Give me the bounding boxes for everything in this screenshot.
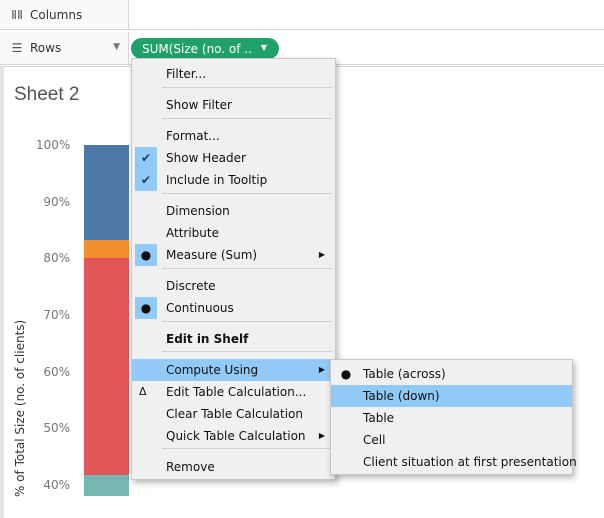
bar-segment[interactable] bbox=[84, 145, 129, 240]
submenu-item-label: Cell bbox=[363, 433, 386, 447]
y-tick-label: 100% bbox=[36, 138, 71, 152]
menu-separator bbox=[162, 351, 332, 352]
menu-item-label: Compute Using bbox=[166, 363, 259, 377]
menu-item-label: Measure (Sum) bbox=[166, 248, 258, 262]
menu-item-label: Filter... bbox=[166, 67, 207, 81]
menu-show-header[interactable]: ✔ Show Header bbox=[132, 147, 335, 169]
compute-using-submenu: ● Table (across) Table (down) Table Cell Clie… bbox=[330, 359, 577, 475]
submenu-item-label: Table (down) bbox=[363, 389, 440, 403]
menu-item-label: Continuous bbox=[166, 301, 234, 315]
menu-item-label: Show Header bbox=[166, 151, 246, 165]
checkmark-icon: ✔ bbox=[135, 169, 157, 191]
menu-separator bbox=[162, 193, 332, 194]
menu-item-label: Attribute bbox=[166, 226, 219, 240]
rows-icon: ☰ bbox=[11, 41, 23, 55]
columns-icon: ⅡⅡ bbox=[11, 7, 23, 22]
menu-compute-using[interactable]: Compute Using ▶ bbox=[132, 359, 335, 381]
columns-shelf[interactable]: ⅡⅡ Columns bbox=[0, 0, 604, 30]
pill-label: SUM(Size (no. of .. bbox=[142, 41, 252, 56]
pill-chevron-down-icon[interactable]: ▼ bbox=[261, 43, 267, 52]
menu-item-label: Clear Table Calculation bbox=[166, 407, 303, 421]
y-axis-title: % of Total Size (no. of clients) bbox=[13, 319, 27, 497]
menu-item-label: Dimension bbox=[166, 204, 230, 218]
menu-filter[interactable]: Filter... bbox=[132, 63, 335, 85]
menu-continuous[interactable]: ● Continuous bbox=[132, 297, 335, 319]
menu-edit-table-calculation[interactable]: Δ Edit Table Calculation... bbox=[132, 381, 335, 403]
menu-measure-sum[interactable]: ● Measure (Sum) ▶ bbox=[132, 244, 335, 266]
menu-item-label: Include in Tooltip bbox=[166, 173, 268, 187]
bar-segment[interactable] bbox=[84, 239, 129, 259]
submenu-arrow-icon: ▶ bbox=[318, 365, 325, 374]
menu-discrete[interactable]: Discrete bbox=[132, 275, 335, 297]
menu-separator bbox=[162, 321, 332, 322]
rows-measure-pill[interactable]: SUM(Size (no. of .. ▼ bbox=[131, 38, 279, 59]
menu-clear-table-calculation[interactable]: Clear Table Calculation bbox=[132, 403, 335, 425]
menu-separator bbox=[162, 87, 332, 88]
menu-show-filter[interactable]: Show Filter bbox=[132, 94, 335, 116]
bar-segment[interactable] bbox=[84, 474, 129, 497]
y-tick-label: 90% bbox=[43, 194, 70, 209]
sheet-title: Sheet 2 bbox=[14, 84, 80, 105]
bullet-icon: ● bbox=[135, 244, 157, 266]
rows-chevron-down-icon[interactable]: ▼ bbox=[113, 42, 120, 52]
menu-item-label: Discrete bbox=[166, 279, 216, 293]
submenu-table[interactable]: Table bbox=[331, 407, 572, 429]
menu-item-label: Edit in Shelf bbox=[166, 332, 249, 346]
submenu-item-label: Client situation at first presentation bbox=[363, 455, 577, 469]
menu-separator bbox=[162, 268, 332, 269]
menu-item-label: Quick Table Calculation bbox=[166, 429, 306, 443]
y-tick-label: 70% bbox=[43, 308, 70, 322]
columns-shelf-label: ⅡⅡ Columns bbox=[0, 0, 129, 29]
menu-item-label: Show Filter bbox=[166, 98, 232, 112]
bar-segment[interactable] bbox=[84, 258, 129, 475]
bullet-icon: ● bbox=[340, 367, 352, 381]
menu-quick-table-calculation[interactable]: Quick Table Calculation ▶ bbox=[132, 425, 335, 447]
submenu-item-label: Table (across) bbox=[363, 367, 446, 381]
menu-separator bbox=[162, 118, 332, 119]
submenu-client-situation[interactable]: Client situation at first presentation bbox=[331, 451, 577, 473]
menu-item-label: Format... bbox=[166, 129, 220, 143]
y-tick-label: 50% bbox=[43, 421, 70, 436]
columns-label: Columns bbox=[30, 7, 83, 22]
rows-label: Rows bbox=[30, 41, 62, 55]
menu-dimension[interactable]: Dimension bbox=[132, 200, 335, 222]
submenu-arrow-icon: ▶ bbox=[318, 431, 325, 440]
submenu-arrow-icon: ▶ bbox=[318, 250, 325, 259]
bullet-icon: ● bbox=[135, 297, 157, 319]
delta-icon: Δ bbox=[139, 385, 147, 398]
rows-shelf-label: ☰ Rows ▼ bbox=[0, 32, 129, 64]
menu-include-in-tooltip[interactable]: ✔ Include in Tooltip bbox=[132, 169, 335, 191]
submenu-table-down[interactable]: Table (down) bbox=[331, 385, 572, 407]
checkmark-icon: ✔ bbox=[135, 147, 157, 169]
menu-edit-in-shelf[interactable]: Edit in Shelf bbox=[132, 328, 335, 350]
menu-remove[interactable]: Remove bbox=[132, 456, 335, 478]
menu-format[interactable]: Format... bbox=[132, 125, 335, 147]
submenu-item-label: Table bbox=[363, 411, 395, 425]
menu-attribute[interactable]: Attribute bbox=[132, 222, 335, 244]
y-tick-label: 80% bbox=[43, 251, 70, 266]
y-tick-label: 40% bbox=[43, 478, 70, 492]
submenu-table-across[interactable]: ● Table (across) bbox=[331, 363, 572, 385]
menu-separator bbox=[162, 448, 332, 449]
context-menu: Filter... Show Filter Format... ✔ Show Heade… bbox=[131, 58, 336, 480]
submenu-cell[interactable]: Cell bbox=[331, 429, 572, 451]
menu-item-label: Remove bbox=[166, 460, 215, 474]
menu-item-label: Edit Table Calculation... bbox=[166, 385, 307, 399]
y-tick-label: 60% bbox=[43, 364, 70, 379]
